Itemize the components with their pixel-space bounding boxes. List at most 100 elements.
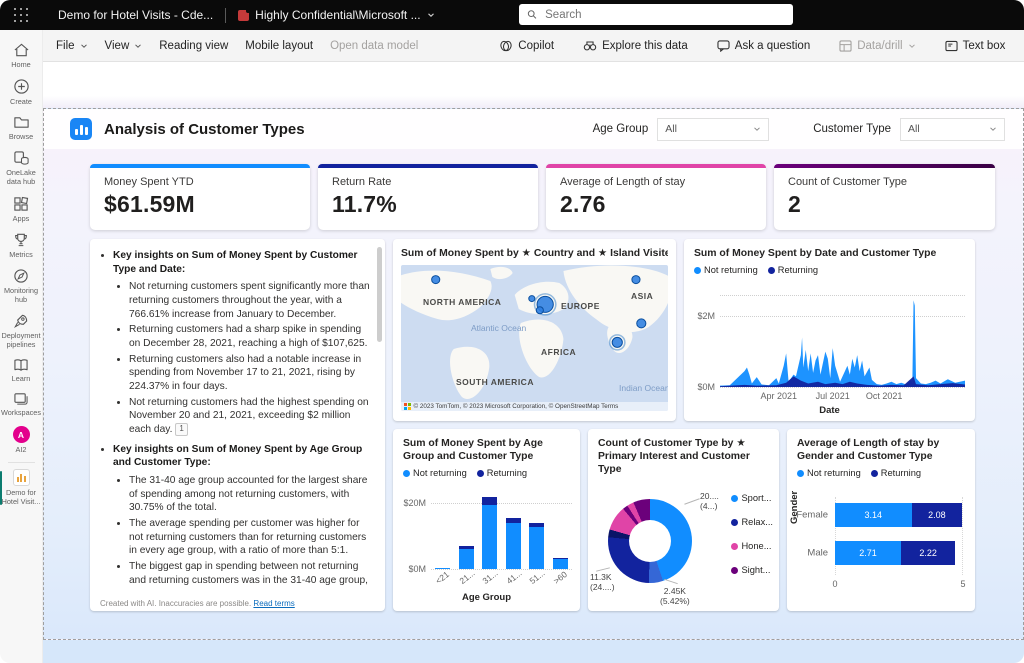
report-title-icon bbox=[70, 118, 92, 140]
kpi-value: 11.7% bbox=[332, 191, 524, 218]
sensitivity-label-text: Highly Confidential\Microsoft ... bbox=[255, 8, 420, 22]
customer-type-filter-dropdown[interactable]: All bbox=[900, 118, 1005, 141]
x-tick: Oct 2021 bbox=[866, 391, 903, 401]
age-group-filter-dropdown[interactable]: All bbox=[657, 118, 769, 141]
bar-segment[interactable]: 2.71 bbox=[835, 541, 901, 565]
y-tick: $20M bbox=[403, 498, 426, 508]
hbar-chart-title: Average of Length of stay by Gender and … bbox=[797, 437, 965, 463]
y-tick: $2M bbox=[697, 311, 715, 321]
canvas-top-strip bbox=[43, 96, 1024, 108]
explore-data-button[interactable]: Explore this data bbox=[583, 39, 688, 52]
menu-reading-view[interactable]: Reading view bbox=[159, 40, 228, 52]
left-nav-rail: Home Create Browse OneLake data hub Apps… bbox=[0, 30, 43, 663]
line-chart-visual[interactable]: Sum of Money Spent by Date and Customer … bbox=[684, 239, 975, 421]
global-search[interactable] bbox=[519, 4, 793, 25]
nav-browse[interactable]: Browse bbox=[0, 111, 43, 146]
continent-label: EUROPE bbox=[561, 301, 600, 311]
column-41...[interactable] bbox=[506, 518, 521, 569]
app-launcher-icon[interactable] bbox=[13, 7, 29, 23]
read-terms-link[interactable]: Read terms bbox=[253, 599, 294, 608]
insight-bullet: The biggest gap in spending between not … bbox=[129, 560, 373, 585]
column-21...[interactable] bbox=[459, 546, 474, 569]
book-icon bbox=[13, 358, 29, 372]
bar-segment[interactable]: 2.08 bbox=[912, 503, 963, 527]
bar-segment[interactable]: 3.14 bbox=[835, 503, 912, 527]
nav-current-report[interactable]: Demo for Hotel Visit... bbox=[0, 465, 43, 511]
map-visual[interactable]: Sum of Money Spent by ★ Country and ★ Is… bbox=[393, 239, 676, 421]
nav-learn[interactable]: Learn bbox=[0, 354, 43, 388]
bar-row-female[interactable]: Female 3.14 2.08 bbox=[835, 503, 963, 527]
insight-bullet: Returning customers had a sharp spike in… bbox=[129, 323, 373, 350]
x-axis-title: Age Group bbox=[393, 592, 580, 603]
kpi-value: 2.76 bbox=[560, 191, 752, 218]
topbar-divider bbox=[225, 8, 226, 23]
plus-circle-icon bbox=[13, 78, 30, 95]
hbar-plot[interactable]: Female 3.14 2.08 Male 2.71 2.22 bbox=[835, 497, 963, 575]
column-chart-plot[interactable]: $20M $0M bbox=[431, 493, 572, 569]
canvas-bottom-strip bbox=[43, 639, 1024, 663]
legend-dot bbox=[871, 470, 878, 477]
callout-leader bbox=[664, 579, 678, 584]
line-series[interactable] bbox=[720, 295, 965, 387]
document-title[interactable]: Demo for Hotel Visits - Cde... bbox=[58, 8, 213, 22]
chat-icon bbox=[717, 40, 730, 52]
continent-label: NORTH AMERICA bbox=[423, 297, 501, 307]
nav-apps[interactable]: Apps bbox=[0, 192, 43, 228]
nav-create[interactable]: Create bbox=[0, 74, 43, 111]
column-chart-legend: Not returning Returning bbox=[403, 468, 570, 478]
reference-badge[interactable]: 1 bbox=[175, 423, 187, 436]
menu-file[interactable]: File bbox=[56, 40, 88, 52]
age-group-filter-label: Age Group bbox=[593, 123, 649, 135]
search-input[interactable] bbox=[543, 8, 785, 22]
chevron-down-icon bbox=[989, 125, 997, 133]
nav-metrics[interactable]: Metrics bbox=[0, 228, 43, 264]
line-chart-plot[interactable]: $2M $0M bbox=[720, 295, 965, 387]
kpi-money-spent[interactable]: Money Spent YTD $61.59M bbox=[90, 164, 310, 230]
column->60[interactable] bbox=[553, 558, 568, 569]
chevron-down-icon bbox=[908, 42, 916, 50]
insight-bullet: Not returning customers had the highest … bbox=[129, 396, 373, 437]
copilot-button[interactable]: Copilot bbox=[499, 39, 554, 53]
nav-workspace-ai2[interactable]: A AI2 bbox=[0, 422, 43, 459]
column-<21[interactable] bbox=[435, 568, 450, 569]
column-51...[interactable] bbox=[529, 523, 544, 569]
map-plot[interactable]: NORTH AMERICA EUROPE ASIA AFRICA SOUTH A… bbox=[401, 265, 668, 411]
column-bars[interactable] bbox=[431, 493, 572, 569]
menu-mobile-layout[interactable]: Mobile layout bbox=[245, 40, 313, 52]
chevron-down-icon bbox=[134, 42, 142, 50]
nav-workspaces[interactable]: Workspaces bbox=[0, 388, 43, 422]
rail-divider bbox=[8, 462, 35, 463]
nav-onelake-data-hub[interactable]: OneLake data hub bbox=[0, 146, 43, 191]
y-tick: $0M bbox=[408, 564, 426, 574]
legend-dot bbox=[477, 470, 484, 477]
nav-deployment-pipelines[interactable]: Deployment pipelines bbox=[0, 309, 43, 354]
ask-question-button[interactable]: Ask a question bbox=[717, 40, 810, 52]
hbar-chart-legend: Not returning Returning bbox=[797, 468, 965, 478]
scrollbar-thumb[interactable] bbox=[377, 247, 382, 342]
smart-narrative-visual[interactable]: Key insights on Sum of Money Spent by Cu… bbox=[90, 239, 385, 611]
ocean-label: Indian Ocean bbox=[619, 383, 668, 393]
column-chart-visual[interactable]: Sum of Money Spent by Age Group and Cust… bbox=[393, 429, 580, 611]
sensitivity-label-chip[interactable]: Highly Confidential\Microsoft ... bbox=[238, 8, 434, 22]
page-title: Analysis of Customer Types bbox=[104, 121, 305, 138]
legend-dot bbox=[731, 543, 738, 550]
donut-chart-visual[interactable]: Count of Customer Type by ★ Primary Inte… bbox=[588, 429, 779, 611]
donut-ring[interactable] bbox=[608, 499, 692, 583]
nav-monitoring-hub[interactable]: Monitoring hub bbox=[0, 264, 43, 309]
y-tick: $0M bbox=[697, 382, 715, 392]
menu-view[interactable]: View bbox=[105, 40, 143, 52]
bar-row-male[interactable]: Male 2.71 2.22 bbox=[835, 541, 963, 565]
nav-home[interactable]: Home bbox=[0, 38, 43, 74]
table-icon bbox=[839, 40, 852, 52]
kpi-avg-length-of-stay[interactable]: Average of Length of stay 2.76 bbox=[546, 164, 766, 230]
bar-segment[interactable]: 2.22 bbox=[901, 541, 955, 565]
rocket-icon bbox=[13, 313, 29, 329]
text-box-button[interactable]: Text box bbox=[945, 40, 1006, 52]
hbar-chart-visual[interactable]: Average of Length of stay by Gender and … bbox=[787, 429, 975, 611]
top-bar: Demo for Hotel Visits - Cde... Highly Co… bbox=[0, 0, 1024, 30]
sensitivity-icon bbox=[238, 10, 249, 21]
column-31...[interactable] bbox=[482, 497, 497, 569]
kpi-count-customer-type[interactable]: Count of Customer Type 2 bbox=[774, 164, 995, 230]
insights-scrollbar[interactable] bbox=[377, 247, 382, 597]
kpi-return-rate[interactable]: Return Rate 11.7% bbox=[318, 164, 538, 230]
